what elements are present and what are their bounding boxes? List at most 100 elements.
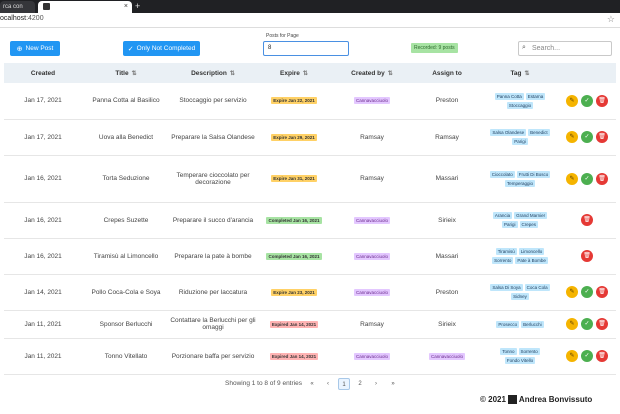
pencil-icon: ✎ bbox=[569, 97, 575, 104]
column-created-by[interactable]: Created by ⇅ bbox=[332, 63, 412, 83]
browser-tab-2[interactable]: × bbox=[38, 1, 132, 13]
cell-actions: ✎ ✓ 🗑 bbox=[558, 119, 616, 156]
cell-created: Jan 17, 2021 bbox=[4, 119, 82, 156]
cell-assign-to: Preston bbox=[412, 274, 482, 311]
delete-button[interactable]: 🗑 bbox=[581, 250, 593, 262]
recorded-count-badge: Recorded: 9 posts bbox=[411, 43, 458, 53]
tag-badge: Limoncello bbox=[518, 248, 545, 255]
last-page-button[interactable]: » bbox=[387, 378, 399, 390]
expire-badge: Expired Jan 14, 2021 bbox=[269, 320, 319, 328]
posts-table: Created Title ⇅ Description ⇅ Expire ⇅ Crea… bbox=[4, 63, 616, 375]
browser-tab-1[interactable]: rca con bbox=[0, 1, 35, 13]
tag-badge: Crepes bbox=[519, 221, 539, 228]
sort-icon[interactable]: ⇅ bbox=[230, 71, 235, 77]
table-row: Jan 14, 2021 Pollo Coca-Cola e Soya Riduzi… bbox=[4, 274, 616, 311]
close-icon[interactable]: × bbox=[124, 1, 128, 13]
cell-description: Preparare la pate à bombe bbox=[170, 238, 256, 275]
trash-icon: 🗑 bbox=[583, 253, 591, 259]
new-post-button[interactable]: ⊕ New Post bbox=[10, 41, 60, 56]
sort-icon[interactable]: ⇅ bbox=[525, 71, 530, 77]
created-by-badge: Cannavacciuolo bbox=[353, 252, 391, 260]
cell-assign-to: Ramsay bbox=[412, 119, 482, 156]
cell-actions: ✎ ✓ 🗑 bbox=[558, 83, 616, 120]
cell-actions: ✎ ✓ 🗑 bbox=[558, 155, 616, 203]
bookmark-star-icon[interactable]: ☆ bbox=[607, 14, 615, 25]
first-page-button[interactable]: « bbox=[306, 378, 318, 390]
column-description[interactable]: Description ⇅ bbox=[170, 63, 256, 83]
assign-badge: Preston bbox=[435, 97, 459, 105]
cell-actions: 🗑 bbox=[558, 202, 616, 239]
page-2-button[interactable]: 2 bbox=[354, 378, 366, 390]
next-page-button[interactable]: › bbox=[370, 378, 382, 390]
edit-button[interactable]: ✎ bbox=[566, 131, 578, 143]
cell-created: Jan 16, 2021 bbox=[4, 238, 82, 275]
assign-badge: Sirieix bbox=[438, 216, 456, 224]
tag-badge: Grand Marnier bbox=[514, 212, 548, 219]
expire-badge: Expire Jan 22, 2021 bbox=[271, 97, 317, 105]
sort-icon[interactable]: ⇅ bbox=[132, 71, 137, 77]
complete-button[interactable]: ✓ bbox=[581, 172, 593, 185]
column-expire[interactable]: Expire ⇅ bbox=[256, 63, 332, 83]
cell-expire: Expire Jan 29, 2021 bbox=[256, 119, 332, 156]
delete-button[interactable]: 🗑 bbox=[581, 214, 593, 226]
delete-button[interactable]: 🗑 bbox=[596, 131, 608, 143]
edit-button[interactable]: ✎ bbox=[566, 94, 578, 107]
column-title[interactable]: Title ⇅ bbox=[82, 63, 170, 83]
edit-button[interactable]: ✎ bbox=[566, 350, 578, 362]
sort-icon[interactable]: ⇅ bbox=[303, 71, 308, 77]
new-tab-icon[interactable]: + bbox=[135, 0, 140, 13]
cell-title: Tonno Vitellato bbox=[82, 338, 170, 375]
delete-button[interactable]: 🗑 bbox=[596, 94, 608, 107]
page-1-button[interactable]: 1 bbox=[338, 378, 350, 390]
cell-expire: Expire Jan 31, 2021 bbox=[256, 155, 332, 203]
complete-button[interactable]: ✓ bbox=[581, 286, 593, 298]
cell-description: Preparare la Salsa Olandese bbox=[170, 119, 256, 156]
cell-assign-to: Preston bbox=[412, 83, 482, 120]
tag-badge: Estarna bbox=[525, 92, 546, 100]
delete-button[interactable]: 🗑 bbox=[596, 172, 608, 185]
tag-badge: Berlucchi bbox=[521, 320, 544, 328]
posts-per-page-input[interactable]: 8 bbox=[263, 41, 349, 56]
cell-created-by: Cannavacciuolo bbox=[332, 274, 412, 311]
cell-expire: Expire Jan 23, 2021 bbox=[256, 274, 332, 311]
address-bar[interactable]: ocalhost:4200 ☆ bbox=[0, 13, 620, 28]
cell-assign-to: Cannavacciuolo bbox=[412, 338, 482, 375]
pagination-summary: Showing 1 to 8 of 9 entries bbox=[225, 380, 302, 387]
complete-button[interactable]: ✓ bbox=[581, 318, 593, 330]
column-tag[interactable]: Tag ⇅ bbox=[482, 63, 558, 83]
tag-badge: Temperaggio bbox=[504, 179, 535, 187]
column-created[interactable]: Created bbox=[4, 63, 82, 83]
pencil-icon: ✎ bbox=[569, 353, 575, 359]
trash-icon: 🗑 bbox=[598, 134, 606, 140]
expire-badge: Completed Jan 16, 2021 bbox=[266, 216, 322, 224]
edit-button[interactable]: ✎ bbox=[566, 172, 578, 185]
complete-button[interactable]: ✓ bbox=[581, 131, 593, 143]
cell-title: Sponsor Berlucchi bbox=[82, 310, 170, 339]
edit-button[interactable]: ✎ bbox=[566, 318, 578, 330]
edit-button[interactable]: ✎ bbox=[566, 286, 578, 298]
tag-badge: Parigi bbox=[512, 138, 528, 145]
complete-button[interactable]: ✓ bbox=[581, 94, 593, 107]
search-input[interactable]: ⌕ Search... bbox=[518, 41, 612, 56]
delete-button[interactable]: 🗑 bbox=[596, 318, 608, 330]
cell-tags: Cioccolato Frutti Di Bosco Temperaggio bbox=[482, 155, 558, 203]
complete-button[interactable]: ✓ bbox=[581, 350, 593, 362]
cell-description: Contattare la Berlucchi per gli omaggi bbox=[170, 310, 256, 339]
expire-badge: Expired Jan 14, 2021 bbox=[269, 352, 319, 360]
tag-badge: Fondo Vitello bbox=[504, 357, 536, 364]
sort-icon[interactable]: ⇅ bbox=[388, 71, 393, 77]
delete-button[interactable]: 🗑 bbox=[596, 350, 608, 362]
cell-created-by: Ramsay bbox=[332, 310, 412, 339]
created-by-badge: Ramsay bbox=[360, 320, 384, 328]
column-assign-to[interactable]: Assign to bbox=[412, 63, 482, 83]
only-not-completed-button[interactable]: ✓ Only Not Completed bbox=[123, 41, 200, 56]
plus-icon: ⊕ bbox=[16, 45, 23, 53]
pencil-icon: ✎ bbox=[569, 134, 575, 140]
prev-page-button[interactable]: ‹ bbox=[322, 378, 334, 390]
cell-created-by: Cannavacciuolo bbox=[332, 238, 412, 275]
cell-expire: Expired Jan 14, 2021 bbox=[256, 310, 332, 339]
delete-button[interactable]: 🗑 bbox=[596, 286, 608, 298]
cell-created: Jan 14, 2021 bbox=[4, 274, 82, 311]
copyright: © 2021 Andrea Bonvissuto bbox=[480, 395, 593, 405]
tag-badge: Tonno bbox=[500, 348, 517, 355]
